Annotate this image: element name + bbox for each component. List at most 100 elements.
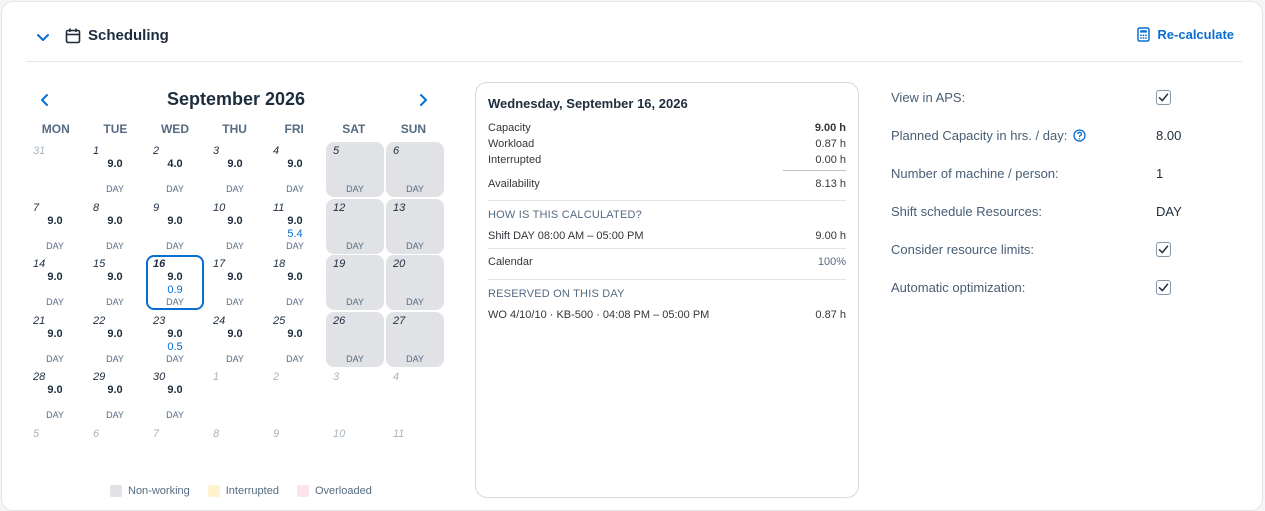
- interrupted-label: Interrupted: [488, 154, 542, 166]
- calendar-day[interactable]: 14 9.0 DAY: [26, 255, 84, 310]
- day-number: 7: [33, 201, 40, 214]
- day-shift: DAY: [46, 410, 64, 420]
- day-shift: DAY: [106, 353, 124, 364]
- auto-optimization-label: Automatic optimization:: [891, 280, 1026, 295]
- calendar-day[interactable]: 8 9.0 DAY: [86, 199, 144, 254]
- day-number: 12: [333, 201, 346, 214]
- checkmark-icon: [1158, 93, 1169, 102]
- calendar-day[interactable]: 12 DAY: [326, 198, 384, 254]
- weekday-label: WED: [160, 122, 189, 136]
- day-shift: DAY: [406, 184, 424, 194]
- calendar-day[interactable]: 11 9.0 5.4 DAY: [266, 199, 324, 254]
- day-shift: DAY: [286, 353, 304, 364]
- day-number: 20: [393, 258, 406, 270]
- day-number: 18: [273, 258, 286, 270]
- calendar-day[interactable]: 1 9.0 DAY: [86, 142, 144, 197]
- calendar-day[interactable]: 4 9.0 DAY: [266, 142, 324, 197]
- calendar-day[interactable]: 2 4.0 DAY: [146, 142, 204, 197]
- reserved-row: WO 4/10/10 · KB-500 · 04:08 PM – 05:00 P…: [488, 306, 846, 324]
- calendar-day[interactable]: 28 9.0 DAY: [26, 368, 84, 423]
- calendar-day[interactable]: 22 9.0 DAY: [86, 312, 144, 367]
- planned-capacity-label: Planned Capacity in hrs. / day:: [891, 128, 1068, 143]
- calendar-day[interactable]: 16 9.0 0.9 DAY: [146, 255, 204, 310]
- calendar-day[interactable]: 19 DAY: [326, 255, 384, 310]
- day-shift: DAY: [346, 240, 364, 251]
- calendar-day[interactable]: 10 9.0 DAY: [206, 199, 264, 254]
- calendar-day[interactable]: 6 DAY: [386, 142, 444, 197]
- day-shift: DAY: [46, 297, 64, 307]
- chevron-right-icon[interactable]: [414, 91, 432, 109]
- help-icon[interactable]: [1073, 129, 1086, 142]
- calendar-grid: 31 1 9.0 DAY 2 4.0 DAY 3 9.0 DAY 4 9.0 DAY 5 DAY 6 DAY 7 9…: [26, 142, 444, 480]
- calendar-day[interactable]: 7 9.0 DAY: [26, 199, 84, 254]
- day-number: 17: [213, 258, 226, 270]
- calendar-day[interactable]: 20 DAY: [386, 255, 444, 310]
- workload-label: Workload: [488, 138, 535, 150]
- calendar-day[interactable]: 24 9.0 DAY: [206, 312, 264, 367]
- calendar-day[interactable]: 17 9.0 DAY: [206, 255, 264, 310]
- calendar-day[interactable]: 30 9.0 DAY: [146, 368, 204, 423]
- resource-limits-setting: Consider resource limits:: [891, 240, 1191, 278]
- day-shift: DAY: [226, 353, 244, 364]
- resource-limits-checkbox[interactable]: [1156, 242, 1171, 257]
- workload-value: 0.87 h: [815, 138, 846, 150]
- calc-row: Calendar 100%: [488, 253, 846, 271]
- calendar-day[interactable]: 18 9.0 DAY: [266, 255, 324, 310]
- calendar-day[interactable]: 13 DAY: [386, 198, 444, 254]
- availability-label: Availability: [488, 178, 540, 190]
- day-capacity: 4.0: [167, 158, 183, 170]
- shift-value: DAY: [1156, 204, 1182, 219]
- day-shift: DAY: [286, 184, 304, 194]
- recalculate-button[interactable]: Re-calculate: [1136, 27, 1234, 42]
- legend-label: Overloaded: [314, 485, 372, 497]
- day-shift: DAY: [166, 184, 184, 194]
- day-shift: DAY: [346, 353, 364, 364]
- month-title: September 2026: [166, 89, 306, 109]
- day-number: 11: [273, 201, 285, 214]
- capacity-row: Capacity 9.00 h: [488, 120, 846, 136]
- day-capacity: 9.0: [107, 158, 123, 170]
- calendar-day[interactable]: 25 9.0 DAY: [266, 312, 324, 367]
- day-number: 23: [153, 314, 166, 327]
- day-number: 14: [33, 258, 46, 270]
- calendar-day[interactable]: 29 9.0 DAY: [86, 368, 144, 423]
- calendar-day[interactable]: 15 9.0 DAY: [86, 255, 144, 310]
- day-shift: DAY: [106, 240, 124, 251]
- day-shift: DAY: [166, 353, 184, 364]
- chevron-down-icon[interactable]: [34, 28, 52, 46]
- calendar-day[interactable]: 5 DAY: [326, 142, 384, 197]
- calendar-day-outside: 4: [386, 368, 444, 423]
- machines-setting: Number of machine / person: 1: [891, 164, 1191, 202]
- planned-capacity-label-wrap: Planned Capacity in hrs. / day:: [891, 128, 1086, 143]
- day-number: 27: [393, 314, 406, 327]
- calendar-day[interactable]: 3 9.0 DAY: [206, 142, 264, 197]
- calc-row-value: 100%: [817, 256, 846, 268]
- legend-swatch: [296, 485, 309, 497]
- weekday-label: FRI: [284, 122, 304, 136]
- calendar-day[interactable]: 26 DAY: [326, 311, 384, 367]
- day-number: 10: [333, 427, 346, 440]
- view-in-aps-checkbox[interactable]: [1156, 90, 1171, 105]
- day-capacity: 9.0: [167, 214, 183, 227]
- calendar-day[interactable]: 23 9.0 0.5 DAY: [146, 312, 204, 367]
- calc-rows: Shift DAY 08:00 AM – 05:00 PM 9.00 h Calen…: [488, 227, 846, 271]
- day-shift: DAY: [46, 353, 64, 364]
- calendar-day[interactable]: 27 DAY: [386, 311, 444, 367]
- auto-optimization-checkbox[interactable]: [1156, 280, 1171, 295]
- calendar-day[interactable]: 9 9.0 DAY: [146, 199, 204, 254]
- day-workload: 0.5: [167, 340, 183, 353]
- day-workload: 5.4: [287, 227, 303, 240]
- day-capacity: 9.0: [227, 271, 243, 283]
- day-capacity: 9.0: [107, 271, 123, 283]
- day-shift: DAY: [346, 297, 364, 307]
- day-capacity: 9.0: [287, 158, 303, 170]
- capacity-value: 9.00 h: [814, 122, 846, 134]
- calc-row-label: Calendar: [488, 256, 533, 268]
- day-number: 7: [153, 427, 160, 440]
- calendar-day[interactable]: 21 9.0 DAY: [26, 312, 84, 367]
- legend-swatch: [207, 485, 220, 497]
- day-capacity: 9.0: [167, 327, 183, 340]
- calendar-day-outside: 31: [26, 142, 84, 197]
- day-shift: DAY: [346, 184, 364, 194]
- calc-row-value: 9.00 h: [815, 230, 846, 242]
